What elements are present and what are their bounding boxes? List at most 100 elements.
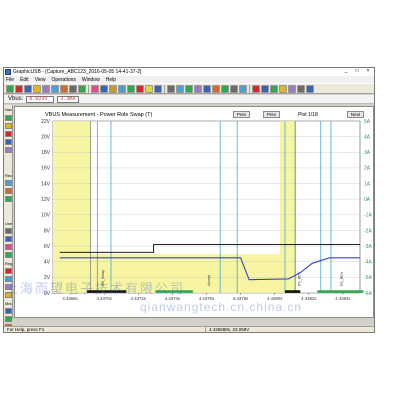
toolbar-button-icon[interactable]	[69, 84, 77, 93]
side-tool-icon[interactable]	[5, 180, 12, 186]
y-tick-label-right: 5A	[364, 119, 371, 125]
y-tick-label-right: 4A	[364, 134, 371, 140]
prev-button[interactable]: Prev	[233, 111, 250, 118]
toolbar-button-icon[interactable]	[203, 84, 211, 93]
y-tick-label-right: 0A	[364, 197, 371, 203]
next-button[interactable]: Next	[347, 111, 364, 118]
message-bar-green	[317, 290, 364, 293]
status-help-text: For Help, press F1	[7, 327, 45, 332]
vbus-current-field: 3.3mA	[57, 95, 80, 103]
close-button[interactable]: ×	[363, 68, 373, 75]
toolbar-button-icon[interactable]	[91, 84, 99, 93]
toolbar-button-icon[interactable]	[261, 84, 269, 93]
vbus-label: Vbus:	[8, 96, 24, 102]
y-tick-label-right: -5A	[364, 275, 372, 281]
window-controls: _ □ ×	[341, 68, 373, 75]
y-tick-label-left: 10V	[41, 213, 51, 219]
toolbar-button-icon[interactable]	[15, 84, 23, 93]
menu-file[interactable]: File	[6, 77, 14, 83]
toolbar-button-icon[interactable]	[42, 84, 50, 93]
side-tool-icon[interactable]	[5, 147, 12, 153]
toolbar-button-icon[interactable]	[167, 84, 175, 93]
toolbar-button-icon[interactable]	[51, 84, 59, 93]
side-tool-icon[interactable]	[5, 188, 12, 194]
toolbar-button-icon[interactable]	[100, 84, 108, 93]
toolbar-button-icon[interactable]	[185, 84, 193, 93]
status-cursor-readout: 4.435688s, 23.058V	[209, 327, 250, 332]
y-tick-label-right: -2A	[364, 228, 372, 234]
side-tool-icon[interactable]	[5, 115, 12, 121]
maximize-button[interactable]: □	[352, 68, 362, 75]
side-tool-icon[interactable]	[5, 228, 12, 234]
side-tool-icon[interactable]	[5, 139, 12, 145]
menu-view[interactable]: View	[35, 77, 46, 83]
y-tick-label-left: 22V	[41, 119, 51, 125]
side-tool-icon[interactable]	[5, 316, 12, 322]
menu-help[interactable]: Help	[106, 77, 116, 83]
x-tick-label: 4.4382s	[301, 296, 316, 301]
toolbar-button-icon[interactable]	[145, 84, 153, 93]
side-tool-icon[interactable]	[5, 252, 12, 258]
x-tick-label: 4.4384s	[335, 296, 350, 301]
vertical-annotation: PS_RDY	[297, 271, 301, 286]
y-tick-label-right: 3A	[364, 150, 371, 156]
toolbar-button-icon[interactable]	[194, 84, 202, 93]
toolbar-button-icon[interactable]	[297, 84, 305, 93]
toolbar-button-icon[interactable]	[279, 84, 287, 93]
side-tool-icon[interactable]	[5, 123, 12, 129]
watermark-chinese: 上海而望电子技术有限公司	[5, 281, 186, 296]
menu-edit[interactable]: Edit	[20, 77, 29, 83]
toolbar-button-icon[interactable]	[230, 84, 238, 93]
y-tick-label-left: 14V	[41, 181, 51, 187]
vbus-bar: Vbus: 0.023V 3.3mA	[4, 95, 374, 104]
menu-bar: File Edit View Operations Window Help	[4, 76, 374, 83]
toolbar-button-icon[interactable]	[270, 84, 278, 93]
toolbar-button-icon[interactable]	[127, 84, 135, 93]
side-section-label: Mrk	[5, 301, 12, 306]
toolbar-button-icon[interactable]	[212, 84, 220, 93]
side-section-label: Rec	[5, 173, 13, 178]
side-tool-icon[interactable]	[5, 236, 12, 242]
toolbar-button-icon[interactable]	[221, 84, 229, 93]
y-tick-label-left: 4V	[44, 260, 51, 266]
menu-operations[interactable]: Operations	[51, 77, 75, 83]
toolbar-button-icon[interactable]	[118, 84, 126, 93]
toolbar-button-icon[interactable]	[136, 84, 144, 93]
toolbar-button-icon[interactable]	[60, 84, 68, 93]
toolbar-button-icon[interactable]	[154, 84, 162, 93]
side-tool-icon[interactable]	[5, 244, 12, 250]
prev-page-button[interactable]: Prev	[263, 111, 280, 118]
y-tick-label-left: 16V	[41, 166, 51, 172]
toolbar-button-icon[interactable]	[109, 84, 117, 93]
y-tick-label-right: -4A	[364, 260, 372, 266]
toolbar	[4, 83, 374, 94]
title-bar: GraphicUSB - [Capture_ABC123_2016-05-05 …	[4, 68, 374, 76]
toolbar-separator	[249, 84, 250, 93]
y-tick-label-left: 12V	[41, 197, 51, 203]
y-tick-label-right: 1A	[364, 181, 371, 187]
toolbar-button-icon[interactable]	[239, 84, 247, 93]
side-tool-icon[interactable]	[5, 196, 12, 202]
side-tool-icon[interactable]	[5, 131, 12, 137]
plot-page-indicator: Plot 1/18	[298, 112, 318, 118]
menu-window[interactable]: Window	[82, 77, 100, 83]
toolbar-button-icon[interactable]	[176, 84, 184, 93]
y-tick-label-right: -6A	[364, 291, 372, 297]
status-bar: For Help, press F1 4.435688s, 23.058V	[4, 326, 374, 332]
minimize-button[interactable]: _	[341, 68, 351, 75]
toolbar-button-icon[interactable]	[78, 84, 86, 93]
y-tick-label-left: 20V	[41, 134, 51, 140]
toolbar-button-icon[interactable]	[6, 84, 14, 93]
toolbar-button-icon[interactable]	[33, 84, 41, 93]
window-title: GraphicUSB - [Capture_ABC123_2016-05-05 …	[13, 69, 142, 75]
side-tool-icon[interactable]	[5, 308, 12, 314]
vertical-annotation: PS_RDY	[340, 271, 344, 286]
toolbar-button-icon[interactable]	[252, 84, 260, 93]
watermark-english: qianwangtech.cn.china.cn	[140, 300, 303, 314]
toolbar-button-icon[interactable]	[24, 84, 32, 93]
vbus-voltage-field: 0.023V	[26, 95, 55, 103]
side-tool-icon[interactable]	[5, 268, 12, 274]
plot-title: VBUS Measurement - Power Role Swap (T)	[45, 112, 153, 118]
toolbar-button-icon[interactable]	[306, 84, 314, 93]
toolbar-button-icon[interactable]	[288, 84, 296, 93]
